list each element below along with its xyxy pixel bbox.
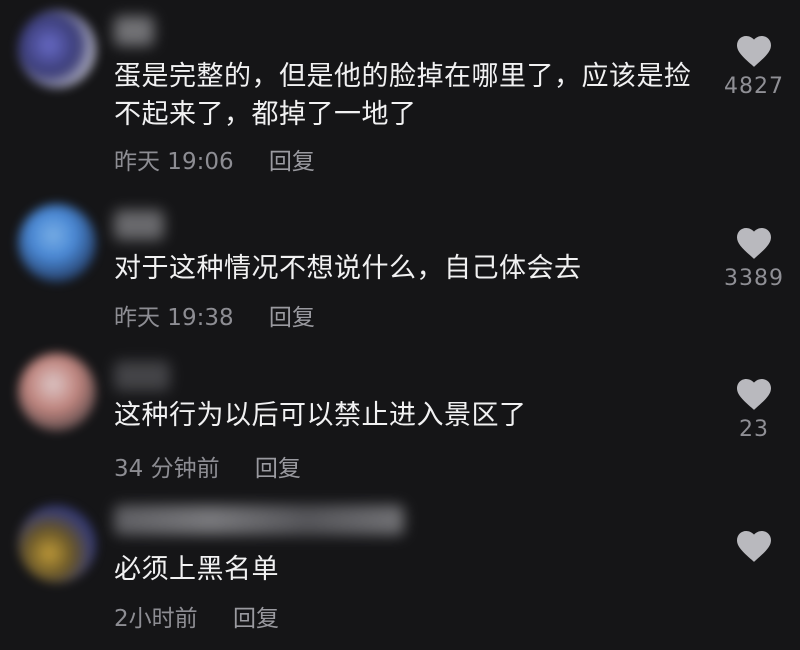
like-button[interactable]: 23 [714, 377, 794, 442]
like-button[interactable]: 3389 [714, 226, 794, 291]
reply-button[interactable]: 回复 [255, 449, 301, 483]
heart-icon[interactable] [735, 226, 773, 260]
comment-text: 这种行为以后可以禁止进入景区了 [114, 400, 527, 431]
avatar[interactable] [18, 353, 96, 431]
username-blurred[interactable] [114, 210, 164, 240]
comment-item: 必须上黑名单 2小时前 回复 [0, 495, 800, 650]
comment-text: 对于这种情况不想说什么，自己体会去 [114, 253, 582, 284]
reply-button[interactable]: 回复 [269, 298, 315, 332]
avatar[interactable] [18, 204, 96, 282]
username-blurred[interactable] [114, 16, 154, 46]
username-blurred[interactable] [114, 505, 404, 535]
comment-item: 蛋是完整的，但是他的脸掉在哪里了，应该是捡不起来了，都掉了一地了 昨天 19:0… [0, 0, 800, 180]
comment-item: 对于这种情况不想说什么，自己体会去 昨天 19:38 回复 3389 [0, 190, 800, 340]
like-button[interactable] [714, 529, 794, 569]
like-count: 3389 [724, 266, 784, 291]
heart-icon[interactable] [735, 377, 773, 411]
heart-icon[interactable] [735, 529, 773, 563]
comment-meta: 2小时前 回复 [114, 599, 279, 633]
like-button[interactable]: 4827 [714, 34, 794, 99]
avatar[interactable] [18, 505, 96, 583]
comment-meta: 昨天 19:38 回复 [114, 298, 315, 332]
like-count: 23 [739, 417, 769, 442]
heart-icon[interactable] [735, 34, 773, 68]
comment-meta: 34 分钟前 回复 [114, 449, 301, 483]
comment-time: 昨天 19:06 [114, 149, 234, 175]
comment-time: 昨天 19:38 [114, 305, 234, 331]
comment-text: 必须上黑名单 [114, 554, 279, 585]
comment-meta: 昨天 19:06 回复 [114, 142, 315, 176]
username-blurred[interactable] [114, 361, 170, 391]
comment-time: 2小时前 [114, 606, 198, 632]
like-count: 4827 [724, 74, 784, 99]
avatar[interactable] [18, 10, 96, 88]
comment-time: 34 分钟前 [114, 456, 220, 482]
reply-button[interactable]: 回复 [233, 599, 279, 633]
comment-text: 蛋是完整的，但是他的脸掉在哪里了，应该是捡不起来了，都掉了一地了 [114, 61, 692, 130]
comment-item: 这种行为以后可以禁止进入景区了 34 分钟前 回复 23 [0, 345, 800, 495]
reply-button[interactable]: 回复 [269, 142, 315, 176]
